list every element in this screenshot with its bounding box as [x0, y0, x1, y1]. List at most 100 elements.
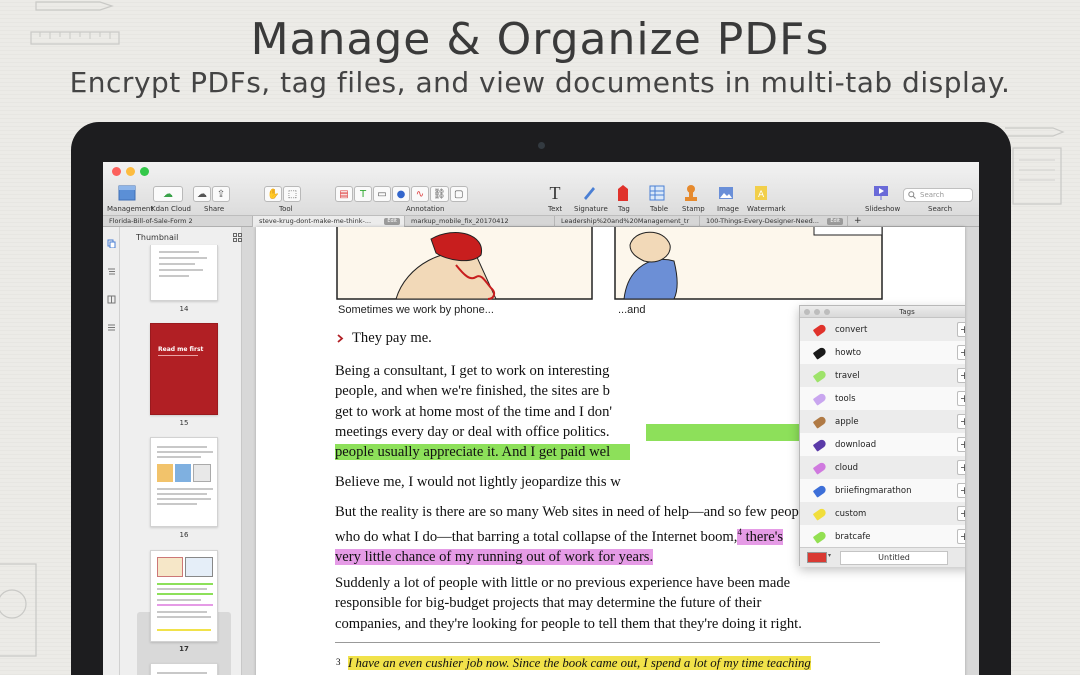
annotation-label: Annotation	[406, 205, 445, 213]
tab-florida-bill[interactable]: Florida-Bill-of-Sale-Form 2	[103, 216, 253, 227]
paragraph-4: Suddenly a lot of people with little or …	[335, 573, 915, 634]
subheadline: Encrypt PDFs, tag files, and view docume…	[69, 66, 1011, 99]
management-button[interactable]	[117, 183, 137, 203]
tag-row-travel[interactable]: travel +	[800, 364, 965, 387]
tag-row-howto[interactable]: howto +	[800, 341, 965, 364]
tag-row-briiefingmarathon[interactable]: briiefingmarathon +	[800, 479, 965, 502]
paragraph-line: Being a consultant, I get to work on int…	[335, 363, 610, 379]
tag-icon	[812, 529, 828, 544]
add-tag-button[interactable]: +	[957, 345, 965, 360]
add-tag-button[interactable]: +	[957, 437, 965, 452]
slideshow-button[interactable]	[871, 183, 891, 203]
tab-label: steve-krug-dont-make-me-think-...	[259, 217, 372, 225]
tab-100-things[interactable]: 100-Things-Every-Designer-Need... Edit	[700, 216, 848, 227]
bullet-chevron-icon	[337, 334, 344, 343]
thumbnail-view-icon[interactable]	[107, 239, 116, 248]
page-thumbnail-18[interactable]	[150, 663, 218, 675]
close-window-button[interactable]	[112, 167, 121, 176]
signature-tool-button[interactable]	[579, 183, 599, 203]
select-tool-icon[interactable]: ⬚	[283, 186, 302, 202]
underline-tool-icon[interactable]: T	[354, 186, 372, 202]
management-icon	[118, 185, 136, 201]
tag-tool-button[interactable]	[613, 183, 633, 203]
add-tag-button[interactable]: +	[957, 529, 965, 544]
grid-view-icon[interactable]	[233, 233, 242, 242]
share-button-group[interactable]: ☁ ⇪	[193, 184, 231, 204]
annotation-list-icon[interactable]	[107, 323, 116, 332]
tab-steve-krug[interactable]: steve-krug-dont-make-me-think-... Edit	[253, 216, 405, 227]
add-tag-button[interactable]: +	[957, 483, 965, 498]
table-tool-button[interactable]	[647, 183, 667, 203]
new-tag-color-picker[interactable]	[807, 552, 827, 563]
tag-row-download[interactable]: download +	[800, 433, 965, 456]
highlighted-text[interactable]: people usually appreciate it. And I get …	[335, 444, 631, 461]
paragraph-line: get to work at home most of the time and…	[335, 403, 613, 420]
new-tag-name-input[interactable]: Untitled	[840, 551, 948, 565]
tag-row-cloud[interactable]: cloud +	[800, 456, 965, 479]
panel-zoom-button[interactable]	[824, 309, 830, 315]
tag-row-tools[interactable]: tools +	[800, 387, 965, 410]
ellipse-tool-icon[interactable]: ●	[392, 186, 410, 202]
add-tag-button[interactable]: +	[957, 368, 965, 383]
highlighted-text[interactable]: 4 there's	[737, 527, 784, 546]
chevron-down-icon[interactable]: ▾	[828, 552, 831, 559]
tab-label: Florida-Bill-of-Sale-Form 2	[109, 217, 193, 225]
tool-button-group[interactable]: ✋ ⬚	[264, 184, 302, 204]
page-thumbnail-14[interactable]	[150, 245, 218, 301]
add-tag-button[interactable]: +	[957, 460, 965, 475]
tag-row-custom[interactable]: custom +	[800, 502, 965, 525]
zoom-window-button[interactable]	[140, 167, 149, 176]
paragraph-line: responsible for big-budget projects that…	[335, 595, 762, 612]
tag-row-convert[interactable]: convert +	[800, 318, 965, 341]
tab-leadership[interactable]: Leadership%20and%20Management_tr	[555, 216, 700, 227]
outline-view-icon[interactable]	[107, 267, 116, 276]
link-tool-icon[interactable]: ⛓	[430, 186, 449, 202]
minimize-window-button[interactable]	[126, 167, 135, 176]
laptop-frame: Management ☁ Kdan Cloud ☁ ⇪ Share ✋ ⬚ To…	[71, 122, 1011, 675]
cloud-upload-icon[interactable]: ☁	[193, 186, 211, 202]
slideshow-icon	[874, 186, 888, 200]
signature-label: Signature	[574, 205, 608, 213]
share-icon[interactable]: ⇪	[212, 186, 230, 202]
stamp-tool-button[interactable]	[681, 183, 701, 203]
add-tag-button[interactable]: +	[957, 391, 965, 406]
add-tag-button[interactable]: +	[957, 322, 965, 337]
tab-markup-mobile[interactable]: markup_mobile_fix_20170412	[405, 216, 555, 227]
freehand-tool-icon[interactable]: ∿	[411, 186, 429, 202]
bookmark-view-icon[interactable]	[107, 295, 116, 304]
rectangle-tool-icon[interactable]: ▭	[373, 186, 391, 202]
page-thumbnail-17[interactable]	[150, 550, 218, 642]
edit-badge: Edit	[384, 218, 400, 225]
pdf-page[interactable]: Sometimes we work by phone... ...and The…	[256, 227, 965, 675]
tag-row-apple[interactable]: apple +	[800, 410, 965, 433]
tag-row-bratcafe[interactable]: bratcafe +	[800, 525, 965, 547]
add-tag-button[interactable]: +	[957, 414, 965, 429]
tab-label: 100-Things-Every-Designer-Need...	[706, 217, 819, 225]
headline: Manage & Organize PDFs	[250, 14, 830, 65]
panel-close-button[interactable]	[804, 309, 810, 315]
watermark-tool-button[interactable]: A	[751, 183, 771, 203]
page-number: 14	[179, 305, 189, 313]
tag-name: howto	[835, 347, 862, 358]
panel-minimize-button[interactable]	[814, 309, 820, 315]
note-tool-icon[interactable]: ▢	[449, 186, 468, 202]
paragraph-line: meetings every day or deal with office p…	[335, 423, 610, 440]
highlighted-text[interactable]: I have an even cushier job now. Since th…	[348, 656, 811, 670]
hand-tool-icon[interactable]: ✋	[264, 186, 283, 202]
highlight-tool-icon[interactable]: ▤	[335, 186, 353, 202]
highlighted-text[interactable]: very little chance of my running out of …	[335, 549, 654, 566]
add-tag-button[interactable]: +	[957, 506, 965, 521]
tag-name: briiefingmarathon	[835, 485, 912, 496]
kdan-cloud-button[interactable]: ☁	[153, 184, 184, 204]
paragraph-line: people, and when we're finished, the sit…	[335, 383, 610, 400]
text-tool-button[interactable]: T	[545, 183, 565, 203]
annotation-button-group[interactable]: ▤ T ▭ ● ∿ ⛓ ▢	[335, 184, 469, 204]
tag-name: tools	[835, 393, 856, 404]
tag-icon	[812, 391, 828, 406]
image-tool-button[interactable]	[716, 183, 736, 203]
page-thumbnail-15[interactable]: Read me first	[150, 323, 218, 415]
table-icon	[649, 185, 665, 201]
search-input[interactable]: Search	[903, 188, 973, 202]
add-tab-button[interactable]: +	[848, 216, 868, 227]
page-thumbnail-16[interactable]	[150, 437, 218, 527]
